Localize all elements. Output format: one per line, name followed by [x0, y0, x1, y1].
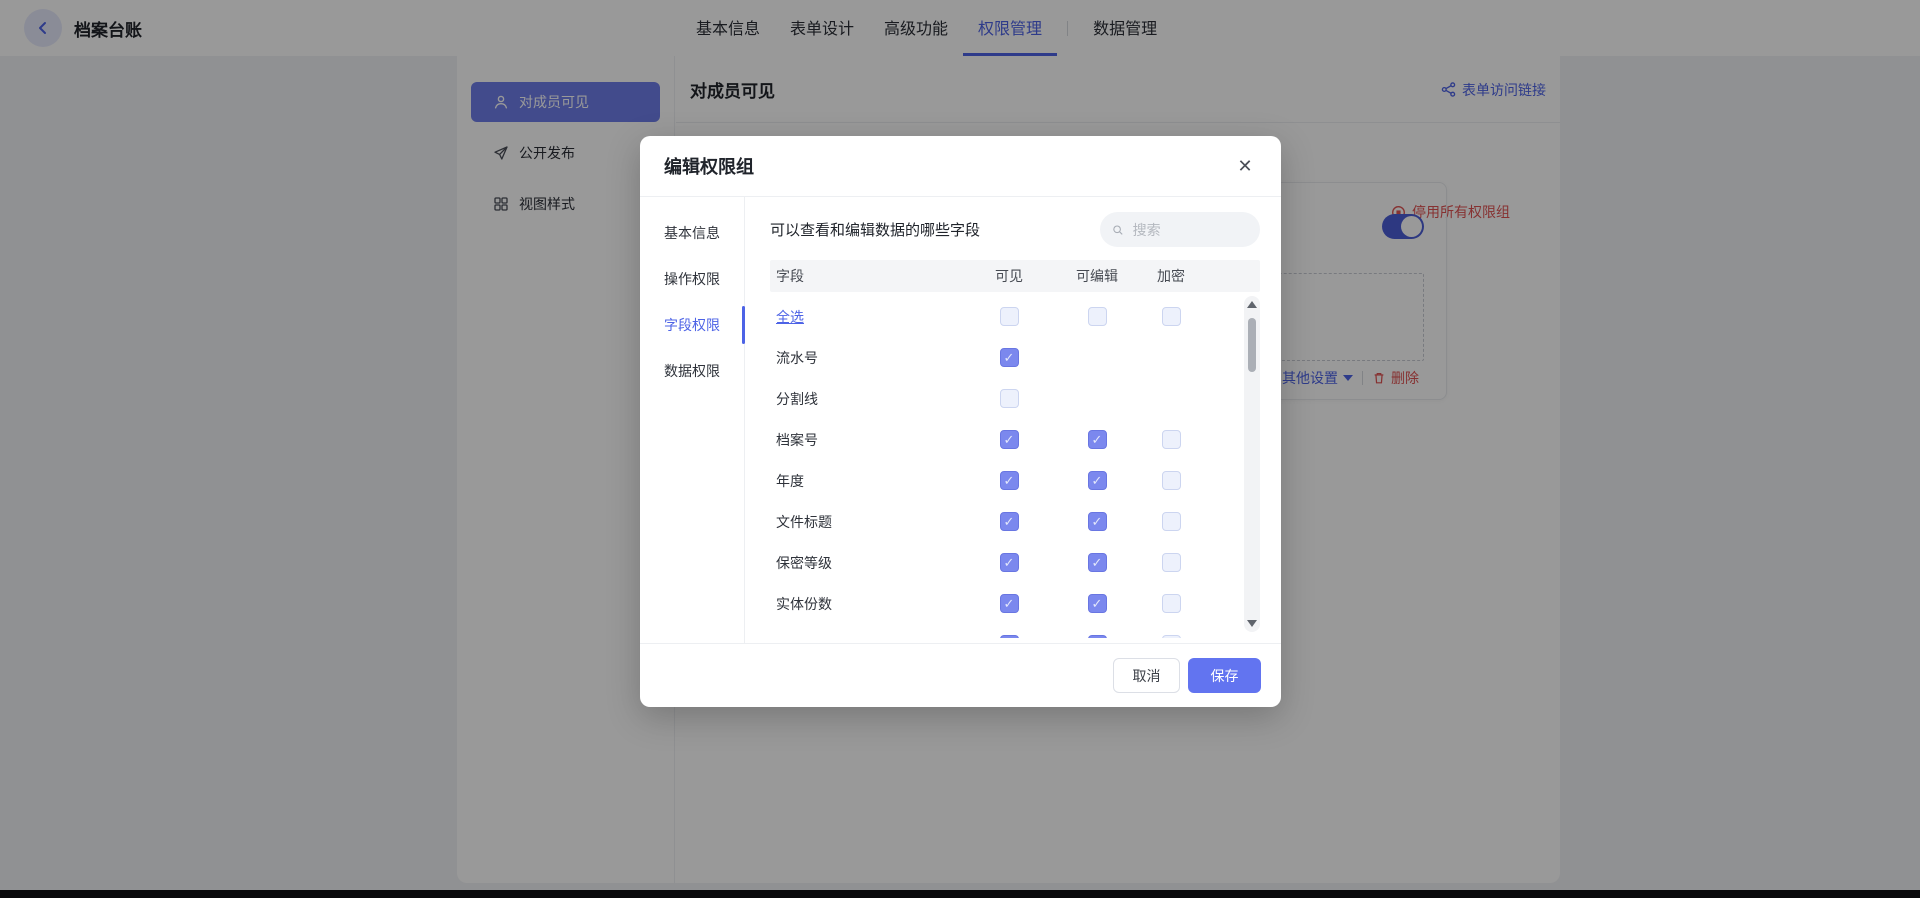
edit-permission-group-modal: 编辑权限组 ✕ 基本信息操作权限字段权限数据权限 可以查看和编辑数据的哪些字段 … — [640, 136, 1281, 707]
checkbox-visible[interactable]: ✓ — [1000, 348, 1019, 367]
field-cell: 档案号 — [770, 430, 965, 450]
field-list: 全选流水号✓分割线档案号✓✓年度✓✓文件标题✓✓保密等级✓✓实体份数✓✓✓✓ — [770, 292, 1260, 638]
checkbox-encrypted[interactable] — [1162, 512, 1181, 531]
cancel-button[interactable]: 取消 — [1113, 658, 1180, 693]
checkbox-cell: ✓ — [965, 430, 1053, 449]
checkbox-cell — [1141, 307, 1201, 326]
close-icon[interactable]: ✕ — [1231, 152, 1259, 180]
field-cell: 实体份数 — [770, 594, 965, 614]
checkbox-encrypted[interactable] — [1162, 635, 1181, 638]
select-all-link[interactable]: 全选 — [776, 307, 804, 327]
checkbox-cell — [965, 307, 1053, 326]
search-icon — [1112, 223, 1124, 237]
search-input[interactable] — [1131, 221, 1248, 239]
scrollbar-thumb[interactable] — [1248, 318, 1256, 372]
checkbox-encrypted[interactable] — [1162, 430, 1181, 449]
checkbox-cell — [1141, 471, 1201, 490]
fields-caption: 可以查看和编辑数据的哪些字段 — [770, 219, 980, 240]
checkbox-visible[interactable]: ✓ — [1000, 430, 1019, 449]
checkbox-cell: ✓ — [965, 594, 1053, 613]
checkbox-editable[interactable]: ✓ — [1088, 471, 1107, 490]
checkbox-cell: ✓ — [965, 635, 1053, 638]
modal-tab-basic-info[interactable]: 基本信息 — [640, 210, 744, 256]
save-button[interactable]: 保存 — [1188, 658, 1261, 693]
modal-tab-field-permissions[interactable]: 字段权限 — [640, 302, 744, 348]
table-row: 年度 ✓ ✓ — [770, 460, 1260, 501]
field-cell: 全选 — [770, 307, 965, 327]
table-row: 全选 — [770, 296, 1260, 337]
modal-tab-data-permissions[interactable]: 数据权限 — [640, 348, 744, 394]
column-header: 可编辑 — [1053, 266, 1141, 286]
modal-title: 编辑权限组 — [664, 153, 754, 179]
field-label: 保密等级 — [776, 553, 832, 573]
modal-content: 可以查看和编辑数据的哪些字段 字段可见可编辑加密 全选流水号✓分割线档案号✓✓年… — [770, 197, 1260, 643]
checkbox-cell: ✓ — [1053, 471, 1141, 490]
field-label: 年度 — [776, 471, 804, 491]
checkbox-cell: ✓ — [1053, 553, 1141, 572]
checkbox-cell: ✓ — [1053, 512, 1141, 531]
checkbox-editable[interactable]: ✓ — [1088, 635, 1107, 638]
table-row: 流水号 ✓ — [770, 337, 1260, 378]
checkbox-visible[interactable]: ✓ — [1000, 553, 1019, 572]
field-label: 流水号 — [776, 348, 818, 368]
checkbox-cell: ✓ — [965, 348, 1053, 367]
table-row: 分割线 — [770, 378, 1260, 419]
field-cell: 年度 — [770, 471, 965, 491]
scroll-up-icon[interactable] — [1247, 301, 1257, 308]
checkbox-editable[interactable]: ✓ — [1088, 594, 1107, 613]
search-box[interactable] — [1100, 212, 1260, 247]
table-header: 字段可见可编辑加密 — [770, 260, 1260, 292]
checkbox-visible[interactable]: ✓ — [1000, 512, 1019, 531]
checkbox-cell — [1141, 594, 1201, 613]
checkbox-editable[interactable] — [1088, 307, 1107, 326]
checkbox-cell: ✓ — [1053, 635, 1141, 638]
modal-header: 编辑权限组 ✕ — [640, 136, 1281, 197]
checkbox-cell — [1141, 512, 1201, 531]
field-label: 分割线 — [776, 389, 818, 409]
checkbox-cell — [1053, 307, 1141, 326]
scroll-down-icon[interactable] — [1247, 620, 1257, 627]
checkbox-editable[interactable]: ✓ — [1088, 430, 1107, 449]
checkbox-visible[interactable]: ✓ — [1000, 635, 1019, 638]
checkbox-visible[interactable]: ✓ — [1000, 594, 1019, 613]
field-cell: 流水号 — [770, 348, 965, 368]
checkbox-cell: ✓ — [965, 512, 1053, 531]
field-label: 档案号 — [776, 430, 818, 450]
column-header: 可见 — [965, 266, 1053, 286]
column-header: 加密 — [1141, 266, 1201, 286]
field-label: 文件标题 — [776, 512, 832, 532]
checkbox-encrypted[interactable] — [1162, 307, 1181, 326]
table-row: 实体份数 ✓ ✓ — [770, 583, 1260, 624]
table-row: 文件标题 ✓ ✓ — [770, 501, 1260, 542]
field-cell: 文件标题 — [770, 512, 965, 532]
table-row: 档案号 ✓ ✓ — [770, 419, 1260, 460]
checkbox-encrypted[interactable] — [1162, 594, 1181, 613]
checkbox-cell: ✓ — [1053, 594, 1141, 613]
checkbox-cell — [1141, 635, 1201, 638]
field-cell: 保密等级 — [770, 553, 965, 573]
modal-footer: 取消 保存 — [640, 643, 1281, 707]
checkbox-editable[interactable]: ✓ — [1088, 512, 1107, 531]
checkbox-cell — [965, 389, 1053, 408]
checkbox-cell: ✓ — [965, 553, 1053, 572]
table-row: ✓✓ — [770, 624, 1260, 638]
checkbox-editable[interactable]: ✓ — [1088, 553, 1107, 572]
scrollbar[interactable] — [1244, 296, 1260, 632]
checkbox-encrypted[interactable] — [1162, 553, 1181, 572]
modal-tabs: 基本信息操作权限字段权限数据权限 — [640, 197, 745, 643]
checkbox-visible[interactable]: ✓ — [1000, 471, 1019, 490]
field-cell: 分割线 — [770, 389, 965, 409]
field-label: 实体份数 — [776, 594, 832, 614]
modal-tab-operation-permissions[interactable]: 操作权限 — [640, 256, 744, 302]
checkbox-visible[interactable] — [1000, 389, 1019, 408]
checkbox-cell: ✓ — [965, 471, 1053, 490]
table-row: 保密等级 ✓ ✓ — [770, 542, 1260, 583]
checkbox-cell: ✓ — [1053, 430, 1141, 449]
modal-body: 基本信息操作权限字段权限数据权限 可以查看和编辑数据的哪些字段 字段可见可编辑加… — [640, 197, 1281, 643]
checkbox-cell — [1141, 430, 1201, 449]
checkbox-visible[interactable] — [1000, 307, 1019, 326]
checkbox-cell — [1141, 553, 1201, 572]
column-header: 字段 — [770, 266, 965, 286]
checkbox-encrypted[interactable] — [1162, 471, 1181, 490]
